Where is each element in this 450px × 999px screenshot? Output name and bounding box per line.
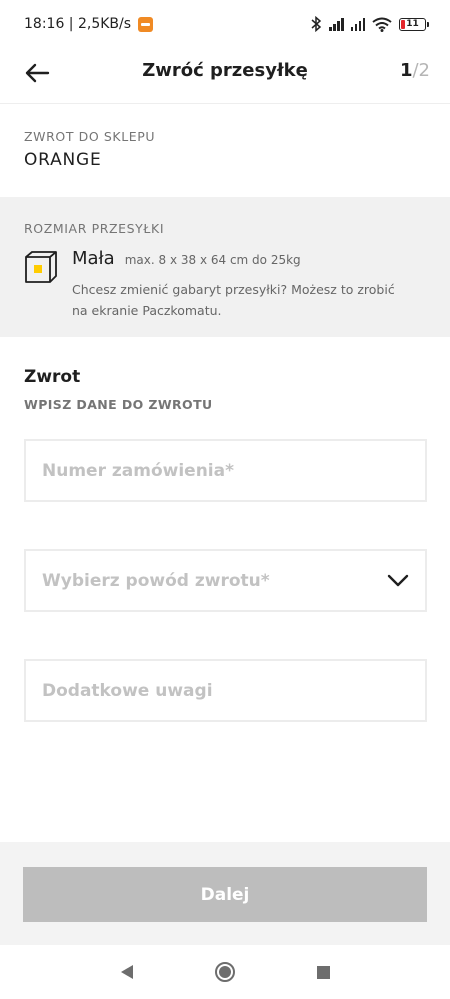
- wifi-icon: [372, 17, 392, 32]
- size-section: ROZMIAR PRZESYŁKI Mała max. 8 x 38 x 64 …: [0, 197, 450, 337]
- notes-input[interactable]: [42, 680, 409, 701]
- status-left: 18:16 | 2,5KB/s: [24, 16, 154, 32]
- signal-icon: [329, 17, 344, 31]
- form-subheading: WPISZ DANE DO ZWROTU: [24, 397, 213, 412]
- step-indicator: 1/2: [400, 60, 430, 81]
- store-label: ZWROT DO SKLEPU: [24, 129, 156, 144]
- size-line: Mała max. 8 x 38 x 64 cm do 25kg: [72, 248, 412, 269]
- return-form: Zwrot WPISZ DANE DO ZWROTU: [0, 337, 450, 412]
- bluetooth-icon: [311, 16, 322, 32]
- step-current: 1: [399, 60, 413, 81]
- battery-text: 11: [406, 19, 419, 29]
- return-reason-placeholder: Wybierz powód zwrotu*: [42, 570, 270, 591]
- size-info: Mała max. 8 x 38 x 64 cm do 25kg Chcesz …: [72, 248, 412, 321]
- footer: Dalej: [0, 842, 450, 945]
- signal-icon: [350, 17, 365, 31]
- size-dimensions: max. 8 x 38 x 64 cm do 25kg: [124, 253, 301, 267]
- chevron-down-icon: [387, 574, 409, 586]
- status-right: 11: [311, 16, 429, 32]
- size-row: Mała max. 8 x 38 x 64 cm do 25kg Chcesz …: [24, 248, 426, 321]
- notification-app-icon: [138, 16, 154, 32]
- nav-home-icon[interactable]: [214, 962, 235, 982]
- nav-recents-icon[interactable]: [316, 965, 330, 979]
- order-number-field[interactable]: [24, 439, 427, 502]
- nav-back-icon[interactable]: [120, 965, 133, 979]
- order-number-input[interactable]: [42, 460, 409, 481]
- return-reason-select[interactable]: Wybierz powód zwrotu*: [24, 549, 427, 612]
- parcel-box-icon: [25, 251, 57, 283]
- app-header: Zwróć przesyłkę 1/2: [0, 48, 450, 104]
- notes-field[interactable]: [24, 659, 427, 722]
- status-bar: 18:16 | 2,5KB/s 11: [0, 0, 450, 48]
- battery-icon: 11: [399, 17, 429, 31]
- status-time-speed: 18:16 | 2,5KB/s: [24, 16, 132, 32]
- size-label: ROZMIAR PRZESYŁKI: [24, 221, 165, 236]
- store-name: ORANGE: [24, 150, 102, 170]
- size-name: Mała: [72, 248, 115, 269]
- page-title: Zwróć przesyłkę: [142, 60, 308, 81]
- system-nav-bar: [0, 945, 450, 999]
- store-section: ZWROT DO SKLEPU ORANGE: [0, 105, 450, 197]
- next-button[interactable]: Dalej: [23, 867, 427, 922]
- form-heading: Zwrot: [24, 367, 81, 387]
- size-note: Chcesz zmienić gabaryt przesyłki? Możesz…: [72, 282, 395, 318]
- step-total: 2: [418, 60, 430, 81]
